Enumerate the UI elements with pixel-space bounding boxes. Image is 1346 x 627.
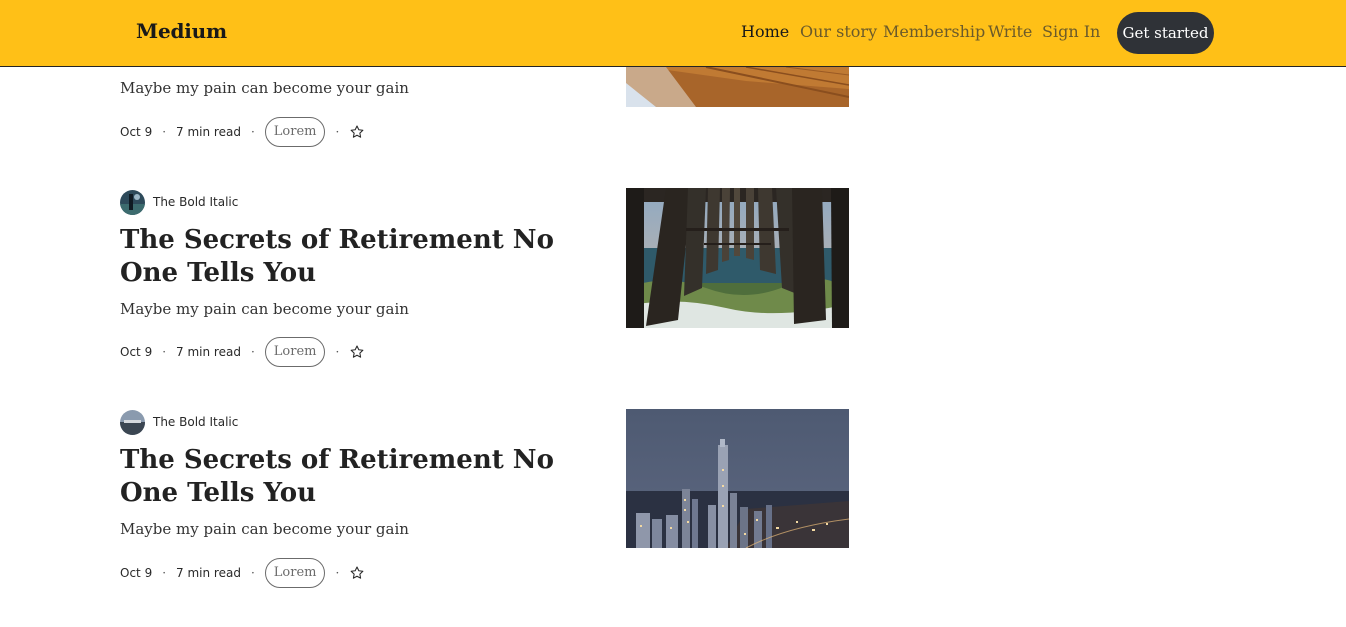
article-thumbnail[interactable] xyxy=(626,67,849,107)
nav-membership[interactable]: Membership xyxy=(883,22,985,41)
page: Medium Home Our story Membership Write S… xyxy=(0,0,1346,627)
article-card[interactable]: The Bold Italic The Secrets of Retiremen… xyxy=(120,409,849,599)
get-started-button[interactable]: Get started xyxy=(1117,12,1214,54)
separator-dot: · xyxy=(250,125,255,139)
nav-write[interactable]: Write xyxy=(988,22,1032,41)
article-subtitle: Maybe my pain can become your gain xyxy=(120,520,409,538)
article-meta: Oct 9 · 7 min read · Lorem · xyxy=(120,557,365,589)
author-row[interactable]: The Bold Italic xyxy=(120,189,239,215)
article-date: Oct 9 xyxy=(120,345,153,359)
article-thumbnail[interactable] xyxy=(626,409,849,548)
tag-chip[interactable]: Lorem xyxy=(264,558,326,588)
separator-dot: · xyxy=(335,125,340,139)
city-skyline-image xyxy=(626,409,849,548)
avatar xyxy=(120,409,145,435)
separator-dot: · xyxy=(162,125,167,139)
read-time: 7 min read xyxy=(176,566,241,580)
nav-home[interactable]: Home xyxy=(741,22,789,41)
author-name: The Bold Italic xyxy=(153,415,239,429)
nav-our-story[interactable]: Our story xyxy=(800,22,877,41)
article-subtitle: Maybe my pain can become your gain xyxy=(120,79,409,97)
tag-chip[interactable]: Lorem xyxy=(264,337,326,367)
top-navbar: Medium Home Our story Membership Write S… xyxy=(0,0,1346,67)
author-row[interactable]: The Bold Italic xyxy=(120,409,239,435)
separator-dot: · xyxy=(335,566,340,580)
author-name: The Bold Italic xyxy=(153,195,239,209)
separator-dot: · xyxy=(162,566,167,580)
star-outline-icon[interactable] xyxy=(349,565,365,581)
article-thumbnail[interactable] xyxy=(626,188,849,328)
tag-chip[interactable]: Lorem xyxy=(264,117,326,147)
logo[interactable]: Medium xyxy=(136,19,227,43)
nav-sign-in[interactable]: Sign In xyxy=(1042,22,1100,41)
separator-dot: · xyxy=(250,566,255,580)
article-card[interactable]: The Bold Italic The Secrets of Retiremen… xyxy=(120,188,849,378)
article-title[interactable]: The Secrets of Retirement No One Tells Y… xyxy=(120,444,610,510)
pier-ocean-image xyxy=(626,188,849,328)
avatar xyxy=(120,189,145,215)
article-subtitle: Maybe my pain can become your gain xyxy=(120,300,409,318)
read-time: 7 min read xyxy=(176,125,241,139)
star-outline-icon[interactable] xyxy=(349,124,365,140)
article-date: Oct 9 xyxy=(120,125,153,139)
article-title[interactable]: The Secrets of Retirement No One Tells Y… xyxy=(120,224,610,290)
separator-dot: · xyxy=(250,345,255,359)
wooden-surface-image xyxy=(626,67,849,107)
article-meta: Oct 9 · 7 min read · Lorem · xyxy=(120,116,365,148)
article-date: Oct 9 xyxy=(120,566,153,580)
separator-dot: · xyxy=(162,345,167,359)
read-time: 7 min read xyxy=(176,345,241,359)
star-outline-icon[interactable] xyxy=(349,344,365,360)
separator-dot: · xyxy=(335,345,340,359)
article-meta: Oct 9 · 7 min read · Lorem · xyxy=(120,336,365,368)
